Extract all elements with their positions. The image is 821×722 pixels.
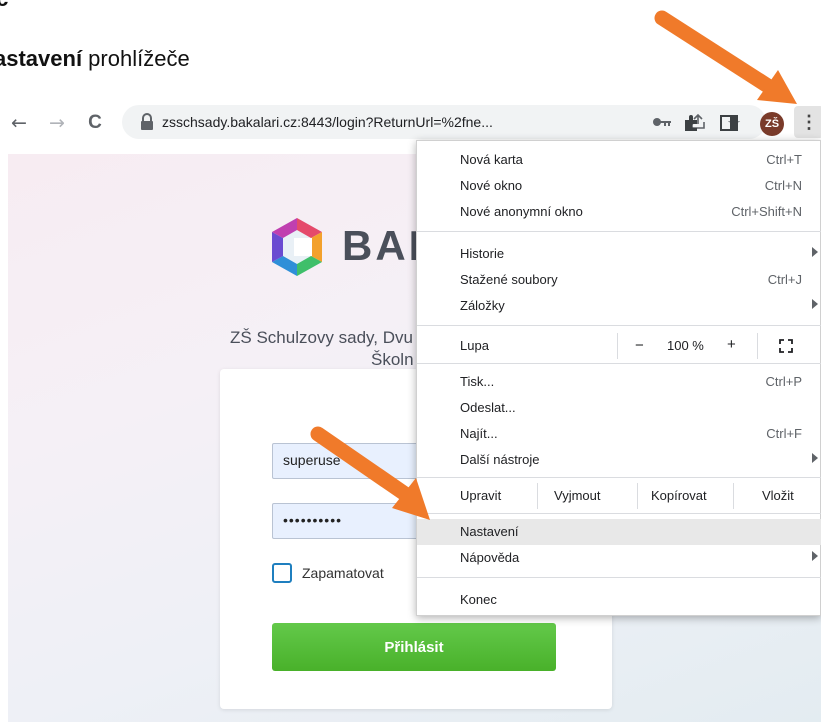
menu-item-history[interactable]: Historie (417, 241, 821, 267)
fullscreen-icon[interactable] (779, 339, 793, 353)
menu-separator (417, 513, 821, 514)
menu-item-new-tab[interactable]: Nová karta Ctrl+T (417, 147, 821, 173)
kebab-menu-icon: ⋮ (800, 111, 818, 132)
login-button[interactable]: Přihlásit (272, 623, 556, 671)
school-subtitle: Školn (371, 350, 414, 369)
menu-item-shortcut: Ctrl+J (767, 272, 802, 287)
menu-item-label: Tisk... (460, 374, 495, 389)
browser-menu: Nová karta Ctrl+T Nové okno Ctrl+N Nové … (416, 140, 821, 616)
menu-item-label: Nová karta (460, 152, 523, 167)
side-panel-icon[interactable] (716, 110, 742, 136)
menu-item-label: Nápověda (460, 550, 520, 565)
doc-heading: ic (0, 0, 8, 12)
doc-instruction: astavení prohlížeče (0, 46, 190, 72)
zoom-out-button[interactable]: − (635, 337, 644, 354)
zoom-divider (617, 333, 618, 359)
menu-separator (417, 231, 821, 232)
submenu-arrow-icon (812, 299, 818, 309)
url-text: zsschsady.bakalari.cz:8443/login?ReturnU… (162, 114, 493, 130)
extensions-icon[interactable] (678, 110, 704, 136)
menu-item-label: Stažené soubory (460, 272, 558, 287)
edit-divider (537, 483, 538, 509)
arrow-to-menu-button (654, 10, 797, 104)
menu-item-label: Odeslat... (460, 400, 516, 415)
bakalari-logo (272, 218, 322, 276)
reload-button[interactable]: C (82, 110, 108, 136)
menu-item-cast[interactable]: Odeslat... (417, 395, 821, 421)
menu-item-downloads[interactable]: Stažené soubory Ctrl+J (417, 267, 821, 293)
remember-checkbox[interactable] (272, 563, 292, 583)
menu-item-settings[interactable]: Nastavení (417, 519, 821, 545)
menu-item-print[interactable]: Tisk... Ctrl+P (417, 369, 821, 395)
menu-item-exit[interactable]: Konec (417, 587, 821, 613)
menu-item-label: Další nástroje (460, 452, 540, 467)
menu-item-label: Najít... (460, 426, 498, 441)
back-arrow-icon: ← (11, 112, 27, 134)
profile-avatar[interactable]: ZŠ (760, 112, 784, 136)
menu-item-shortcut: Ctrl+Shift+N (731, 204, 802, 219)
menu-item-incognito[interactable]: Nové anonymní okno Ctrl+Shift+N (417, 199, 821, 225)
edit-label: Upravit (460, 488, 502, 503)
submenu-arrow-icon (812, 551, 818, 561)
forward-arrow-icon: → (49, 112, 65, 134)
paste-button[interactable]: Vložit (762, 488, 794, 503)
zoom-label: Lupa (460, 338, 489, 353)
menu-item-new-window[interactable]: Nové okno Ctrl+N (417, 173, 821, 199)
menu-item-bookmarks[interactable]: Záložky (417, 293, 821, 319)
menu-item-label: Nové okno (460, 178, 523, 193)
forward-button[interactable]: → (44, 110, 70, 136)
menu-item-label: Historie (460, 246, 505, 261)
doc-instruction-bold: astavení (0, 46, 83, 71)
password-key-icon[interactable] (652, 112, 672, 132)
menu-item-label: Nové anonymní okno (460, 204, 583, 219)
zoom-value: 100 % (667, 338, 704, 353)
menu-item-edit: Upravit Vyjmout Kopírovat Vložit (417, 483, 821, 509)
edit-divider (733, 483, 734, 509)
menu-item-label: Nastavení (460, 524, 519, 539)
menu-item-label: Záložky (460, 298, 505, 313)
copy-button[interactable]: Kopírovat (651, 488, 707, 503)
menu-separator (417, 363, 821, 364)
submenu-arrow-icon (812, 247, 818, 257)
menu-item-label: Konec (460, 592, 497, 607)
remember-label: Zapamatovat (302, 565, 384, 581)
back-button[interactable]: ← (6, 110, 32, 136)
menu-separator (417, 325, 821, 326)
menu-item-shortcut: Ctrl+T (766, 152, 802, 167)
menu-item-more-tools[interactable]: Další nástroje (417, 447, 821, 473)
school-name: ZŠ Schulzovy sady, Dvu (230, 328, 413, 347)
menu-item-shortcut: Ctrl+P (765, 374, 802, 389)
zoom-in-button[interactable]: + (727, 336, 736, 353)
browser-menu-button[interactable]: ⋮ (794, 106, 821, 138)
address-bar[interactable]: zsschsady.bakalari.cz:8443/login?ReturnU… (122, 105, 766, 139)
cut-button[interactable]: Vyjmout (554, 488, 600, 503)
edit-divider (637, 483, 638, 509)
zoom-divider (757, 333, 758, 359)
menu-separator (417, 477, 821, 478)
menu-item-zoom: Lupa − 100 % + (417, 333, 821, 359)
doc-instruction-rest: prohlížeče (82, 46, 190, 71)
submenu-arrow-icon (812, 453, 818, 463)
menu-item-shortcut: Ctrl+N (764, 178, 802, 193)
menu-item-help[interactable]: Nápověda (417, 545, 821, 571)
menu-item-shortcut: Ctrl+F (766, 426, 802, 441)
reload-icon: C (88, 112, 102, 133)
menu-item-find[interactable]: Najít... Ctrl+F (417, 421, 821, 447)
menu-separator (417, 577, 821, 578)
lock-icon (141, 113, 153, 130)
